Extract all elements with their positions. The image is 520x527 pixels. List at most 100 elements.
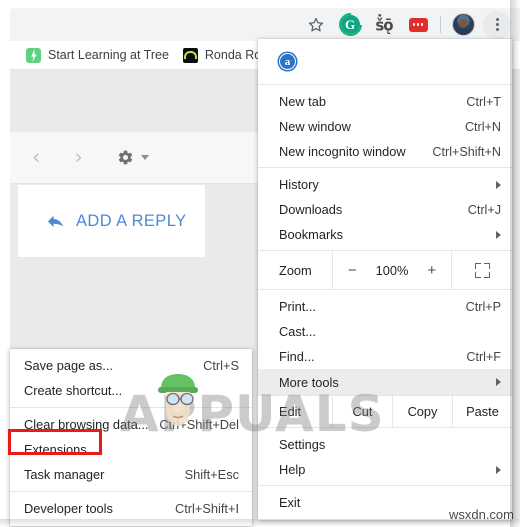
red-extension-button[interactable] bbox=[401, 10, 435, 40]
submenu-item-create-shortcut[interactable]: Create shortcut... bbox=[10, 378, 252, 403]
menu-item-cast[interactable]: Cast... bbox=[258, 319, 512, 344]
menu-group-settings: Settings Help bbox=[258, 428, 512, 485]
submenu-item-label: Extensions bbox=[24, 442, 87, 457]
submenu-item-label: Developer tools bbox=[24, 501, 113, 516]
menu-item-label: More tools bbox=[279, 374, 339, 390]
menu-item-help[interactable]: Help bbox=[258, 457, 512, 482]
treehouse-icon bbox=[26, 47, 41, 63]
submenu-item-accelerator: Ctrl+Shift+I bbox=[174, 501, 239, 516]
avatar bbox=[451, 13, 475, 36]
chevron-right-icon bbox=[496, 465, 501, 474]
menu-item-label: History bbox=[279, 177, 319, 192]
menu-item-find[interactable]: Find... Ctrl+F bbox=[258, 344, 512, 369]
edit-cut-button[interactable]: Cut bbox=[332, 396, 392, 427]
menu-item-bookmarks[interactable]: Bookmarks bbox=[258, 222, 512, 247]
star-icon bbox=[308, 17, 324, 31]
zoom-out-button[interactable]: − bbox=[348, 262, 357, 279]
bookmark-item-ronda[interactable]: Ronda Rou bbox=[181, 43, 270, 67]
chevron-down-icon bbox=[140, 155, 149, 160]
chrome-main-menu: a New tab Ctrl+T New window Ctrl+N New i… bbox=[258, 39, 512, 520]
menu-item-accelerator: Ctrl+N bbox=[464, 119, 501, 134]
menu-item-label: Print... bbox=[279, 299, 316, 314]
next-arrow-icon[interactable]: › bbox=[74, 147, 82, 168]
menu-item-label: Bookmarks bbox=[279, 227, 344, 242]
menu-item-new-tab[interactable]: New tab Ctrl+T bbox=[258, 89, 512, 114]
bookmark-star-button[interactable] bbox=[299, 10, 333, 40]
edit-paste-button[interactable]: Paste bbox=[452, 396, 512, 427]
menu-item-settings[interactable]: Settings bbox=[258, 432, 512, 457]
account-avatar-icon: a bbox=[279, 53, 296, 70]
bookmark-item-treehouse[interactable]: Start Learning at Tree bbox=[24, 43, 171, 67]
screenshot-root: ‹ › ADD A REPLY Similar topics bbox=[0, 0, 520, 527]
menu-item-new-incognito-window[interactable]: New incognito window Ctrl+Shift+N bbox=[258, 139, 512, 164]
menu-item-accelerator: Ctrl+Shift+N bbox=[432, 144, 501, 159]
submenu-item-task-manager[interactable]: Task manager Shift+Esc bbox=[10, 462, 252, 487]
submenu-item-label: Task manager bbox=[24, 467, 105, 482]
dark-site-icon bbox=[182, 47, 198, 63]
submenu-item-extensions[interactable]: Extensions bbox=[10, 437, 252, 462]
bookmark-label: Start Learning at Tree bbox=[48, 48, 169, 62]
menu-account-row[interactable]: a bbox=[258, 39, 512, 84]
menu-item-label: New incognito window bbox=[279, 144, 406, 159]
gear-icon bbox=[118, 150, 132, 165]
fullscreen-button[interactable] bbox=[452, 251, 512, 289]
menu-group-tools: Print... Ctrl+P Cast... Find... Ctrl+F M… bbox=[258, 290, 512, 395]
menu-item-accelerator: Ctrl+T bbox=[466, 94, 501, 109]
wsxdn-watermark: wsxdn.com bbox=[448, 507, 514, 522]
chrome-menu-button[interactable] bbox=[480, 10, 514, 40]
thread-nav-bar: ‹ › bbox=[10, 132, 263, 184]
edit-copy-button[interactable]: Copy bbox=[392, 396, 452, 427]
submenu-item-accelerator: Ctrl+Shift+Del bbox=[159, 417, 239, 432]
menu-item-accelerator: Ctrl+F bbox=[466, 349, 501, 364]
menu-item-new-window[interactable]: New window Ctrl+N bbox=[258, 114, 512, 139]
submenu-item-accelerator: Shift+Esc bbox=[184, 467, 239, 482]
submenu-item-clear-browsing-data[interactable]: Clear browsing data... Ctrl+Shift+Del bbox=[10, 412, 252, 437]
dark-extension-button[interactable]: ṧǭ bbox=[367, 10, 401, 40]
fullscreen-icon bbox=[474, 262, 490, 278]
submenu-item-accelerator: Ctrl+S bbox=[203, 358, 239, 373]
chevron-right-icon bbox=[496, 230, 501, 239]
submenu-item-developer-tools[interactable]: Developer tools Ctrl+Shift+I bbox=[10, 496, 252, 521]
menu-item-label: Downloads bbox=[279, 202, 343, 217]
menu-item-label: New tab bbox=[279, 94, 326, 109]
grammarly-extension-icon: G bbox=[340, 15, 360, 34]
chevron-right-icon bbox=[496, 180, 501, 189]
zoom-controls: − 100% + bbox=[332, 251, 452, 289]
menu-item-label: Settings bbox=[279, 437, 326, 452]
browser-toolbar: G ṧǭ bbox=[10, 8, 520, 41]
settings-gear-dropdown[interactable] bbox=[117, 149, 149, 166]
menu-item-label: Find... bbox=[279, 349, 315, 364]
zoom-label: Zoom bbox=[279, 262, 312, 278]
submenu-item-label: Save page as... bbox=[24, 358, 113, 373]
profile-avatar-button[interactable] bbox=[446, 10, 480, 40]
red-extension-icon bbox=[408, 17, 428, 32]
menu-item-history[interactable]: History bbox=[258, 172, 512, 197]
menu-item-print[interactable]: Print... Ctrl+P bbox=[258, 294, 512, 319]
grammarly-extension-button[interactable]: G bbox=[333, 10, 367, 40]
submenu-item-label: Clear browsing data... bbox=[24, 417, 149, 432]
kebab-menu-icon bbox=[483, 10, 511, 39]
toolbar-separator bbox=[440, 16, 441, 33]
submenu-item-save-page-as[interactable]: Save page as... Ctrl+S bbox=[10, 353, 252, 378]
add-a-reply-button[interactable]: ADD A REPLY bbox=[18, 185, 205, 257]
menu-group-browse: History Downloads Ctrl+J Bookmarks bbox=[258, 168, 512, 250]
submenu-divider bbox=[10, 407, 252, 408]
menu-item-accelerator: Ctrl+J bbox=[467, 202, 501, 217]
menu-zoom-row: Zoom − 100% + bbox=[258, 251, 512, 289]
prev-arrow-icon[interactable]: ‹ bbox=[32, 147, 40, 168]
more-tools-submenu: Save page as... Ctrl+S Create shortcut..… bbox=[10, 349, 252, 526]
menu-item-more-tools[interactable]: More tools bbox=[258, 369, 512, 395]
add-a-reply-label: ADD A REPLY bbox=[76, 211, 187, 230]
menu-item-label: Cast... bbox=[279, 324, 316, 339]
menu-item-label: Help bbox=[279, 462, 306, 477]
reply-arrow-icon bbox=[47, 215, 64, 228]
menu-item-accelerator: Ctrl+P bbox=[465, 299, 501, 314]
submenu-divider bbox=[10, 491, 252, 492]
menu-edit-row: Edit Cut Copy Paste bbox=[258, 396, 512, 427]
dark-extension-icon: ṧǭ bbox=[375, 15, 393, 34]
menu-group-new: New tab Ctrl+T New window Ctrl+N New inc… bbox=[258, 85, 512, 167]
menu-item-downloads[interactable]: Downloads Ctrl+J bbox=[258, 197, 512, 222]
edit-label: Edit bbox=[279, 404, 302, 419]
submenu-item-label: Create shortcut... bbox=[24, 383, 123, 398]
zoom-in-button[interactable]: + bbox=[427, 262, 436, 279]
